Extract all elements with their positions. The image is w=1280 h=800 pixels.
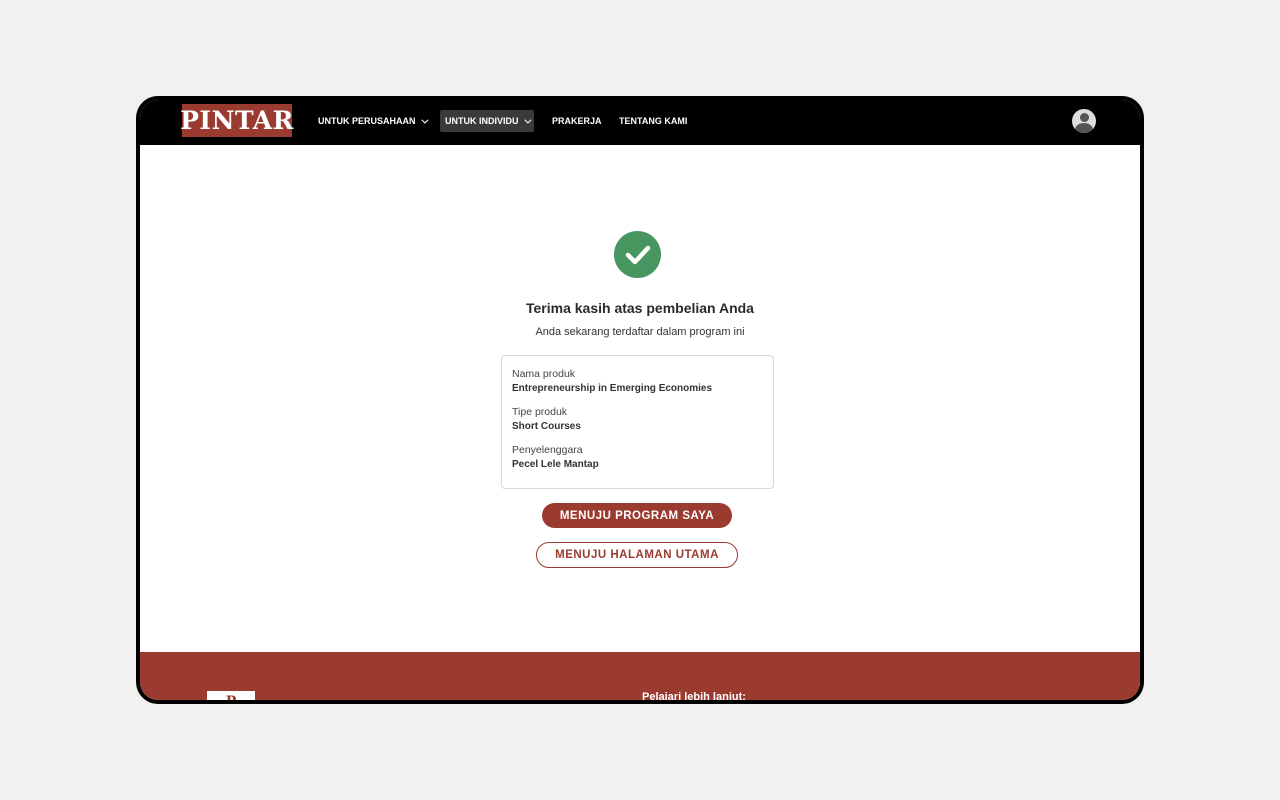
product-name-label: Nama produk (512, 368, 576, 380)
nav-untuk-perusahaan-label: UNTUK PERUSAHAAN (318, 116, 416, 126)
go-to-home-button[interactable]: MENUJU HALAMAN UTAMA (536, 542, 738, 568)
avatar-head (1079, 113, 1089, 122)
nav-untuk-individu[interactable]: UNTUK INDIVIDU (440, 110, 534, 132)
nav-tentang-kami-label: TENTANG KAMI (619, 116, 688, 126)
organizer-value: Pecel Lele Mantap (512, 459, 599, 470)
nav-prakerja-label: PRAKERJA (552, 116, 602, 126)
product-type-value: Short Courses (512, 421, 581, 432)
check-circle-icon (614, 231, 661, 278)
user-avatar-icon[interactable] (1072, 109, 1096, 133)
footer-heading: Pelajari lebih lanjut: (642, 691, 746, 700)
avatar-body (1075, 123, 1093, 133)
nav-tentang-kami[interactable]: TENTANG KAMI (614, 110, 692, 132)
nav-prakerja[interactable]: PRAKERJA (547, 110, 607, 132)
page-title: Terima kasih atas pembelian Anda (526, 300, 754, 316)
footer-logo-text: P (226, 695, 237, 700)
nav-untuk-perusahaan[interactable]: UNTUK PERUSAHAAN (313, 110, 431, 132)
organizer-row: Penyelenggara Pecel Lele Mantap (512, 443, 763, 472)
page-subtitle: Anda sekarang terdaftar dalam program in… (535, 326, 745, 338)
product-type-label: Tipe produk (512, 406, 568, 418)
footer: P Pelajari lebih lanjut: (140, 652, 1140, 700)
product-name-value: Entrepreneurship in Emerging Economies (512, 383, 713, 394)
product-info-card: Nama produk Entrepreneurship in Emerging… (501, 355, 774, 489)
top-navbar: PINTAR UNTUK PERUSAHAAN UNTUK INDIVIDU P… (140, 100, 1140, 145)
checkmark-icon (625, 245, 650, 264)
footer-logo[interactable]: P (207, 691, 255, 700)
browser-screen: PINTAR UNTUK PERUSAHAAN UNTUK INDIVIDU P… (140, 100, 1140, 700)
chevron-down-icon (523, 116, 531, 124)
chevron-down-icon (420, 116, 428, 124)
pintar-logo[interactable]: PINTAR (180, 104, 293, 137)
nav-untuk-individu-label: UNTUK INDIVIDU (445, 116, 519, 126)
go-to-my-program-button[interactable]: MENUJU PROGRAM SAYA (542, 503, 732, 528)
organizer-label: Penyelenggara (512, 444, 583, 456)
device-frame: PINTAR UNTUK PERUSAHAAN UNTUK INDIVIDU P… (136, 96, 1144, 704)
product-type-row: Tipe produk Short Courses (512, 405, 763, 434)
product-name-row: Nama produk Entrepreneurship in Emerging… (512, 367, 763, 396)
